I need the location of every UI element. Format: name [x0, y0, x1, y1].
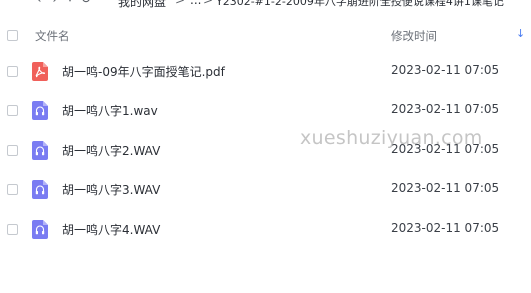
file-modified-time: 2023-02-11 07:05: [391, 181, 500, 195]
breadcrumb-ellipsis[interactable]: ...: [190, 0, 201, 7]
arrow-down-icon[interactable]: ↓: [516, 27, 525, 40]
forward-icon[interactable]: ›: [48, 0, 62, 8]
back-icon[interactable]: ‹: [32, 0, 46, 8]
top-navigation: ‹ › ▾ ↻ 我的网盘 > ... > Y2302-#1-2-2009年八字崩…: [0, 0, 531, 10]
audio-icon: [32, 141, 48, 160]
audio-icon: [32, 220, 48, 239]
file-modified-time: 2023-02-11 07:05: [391, 142, 500, 156]
row-checkbox[interactable]: [7, 66, 18, 77]
file-modified-time: 2023-02-11 07:05: [391, 63, 500, 77]
file-name[interactable]: 胡一鸣八字1.wav: [62, 102, 158, 119]
pdf-icon: [32, 62, 48, 81]
file-name[interactable]: 胡一鸣-09年八字面授笔记.pdf: [62, 63, 225, 80]
audio-icon: [32, 180, 48, 199]
row-checkbox[interactable]: [7, 224, 18, 235]
file-modified-time: 2023-02-11 07:05: [391, 221, 500, 235]
history-dropdown-icon[interactable]: ▾: [63, 0, 77, 8]
audio-icon: [32, 101, 48, 120]
file-modified-time: 2023-02-11 07:05: [391, 102, 500, 116]
breadcrumb-separator-icon: >: [203, 0, 214, 7]
refresh-icon[interactable]: ↻: [79, 0, 93, 8]
row-checkbox[interactable]: [7, 184, 18, 195]
file-row[interactable]: 胡一鸣八字2.WAV 2023-02-11 07:05: [0, 131, 531, 171]
file-name[interactable]: 胡一鸣八字3.WAV: [62, 181, 160, 198]
column-header-name[interactable]: 文件名: [35, 28, 70, 44]
select-all-checkbox[interactable]: [7, 30, 18, 41]
breadcrumb-separator-icon: >: [175, 0, 186, 7]
file-name[interactable]: 胡一鸣八字4.WAV: [62, 221, 160, 238]
file-row[interactable]: 胡一鸣八字1.wav 2023-02-11 07:05: [0, 91, 531, 131]
file-row[interactable]: 胡一鸣八字3.WAV 2023-02-11 07:05: [0, 170, 531, 210]
breadcrumb-current[interactable]: Y2302-#1-2-2009年八字崩进阶全授便说课程4讲1课笔记: [216, 0, 504, 9]
file-name[interactable]: 胡一鸣八字2.WAV: [62, 142, 160, 159]
row-checkbox[interactable]: [7, 145, 18, 156]
breadcrumb-root[interactable]: 我的网盘: [118, 0, 166, 10]
file-row[interactable]: 胡一鸣-09年八字面授笔记.pdf 2023-02-11 07:05: [0, 52, 531, 92]
file-row[interactable]: 胡一鸣八字4.WAV 2023-02-11 07:05: [0, 210, 531, 250]
column-header-modified-time[interactable]: 修改时间: [391, 28, 437, 44]
file-list-header: 文件名 修改时间 ↓: [0, 22, 531, 48]
row-checkbox[interactable]: [7, 105, 18, 116]
